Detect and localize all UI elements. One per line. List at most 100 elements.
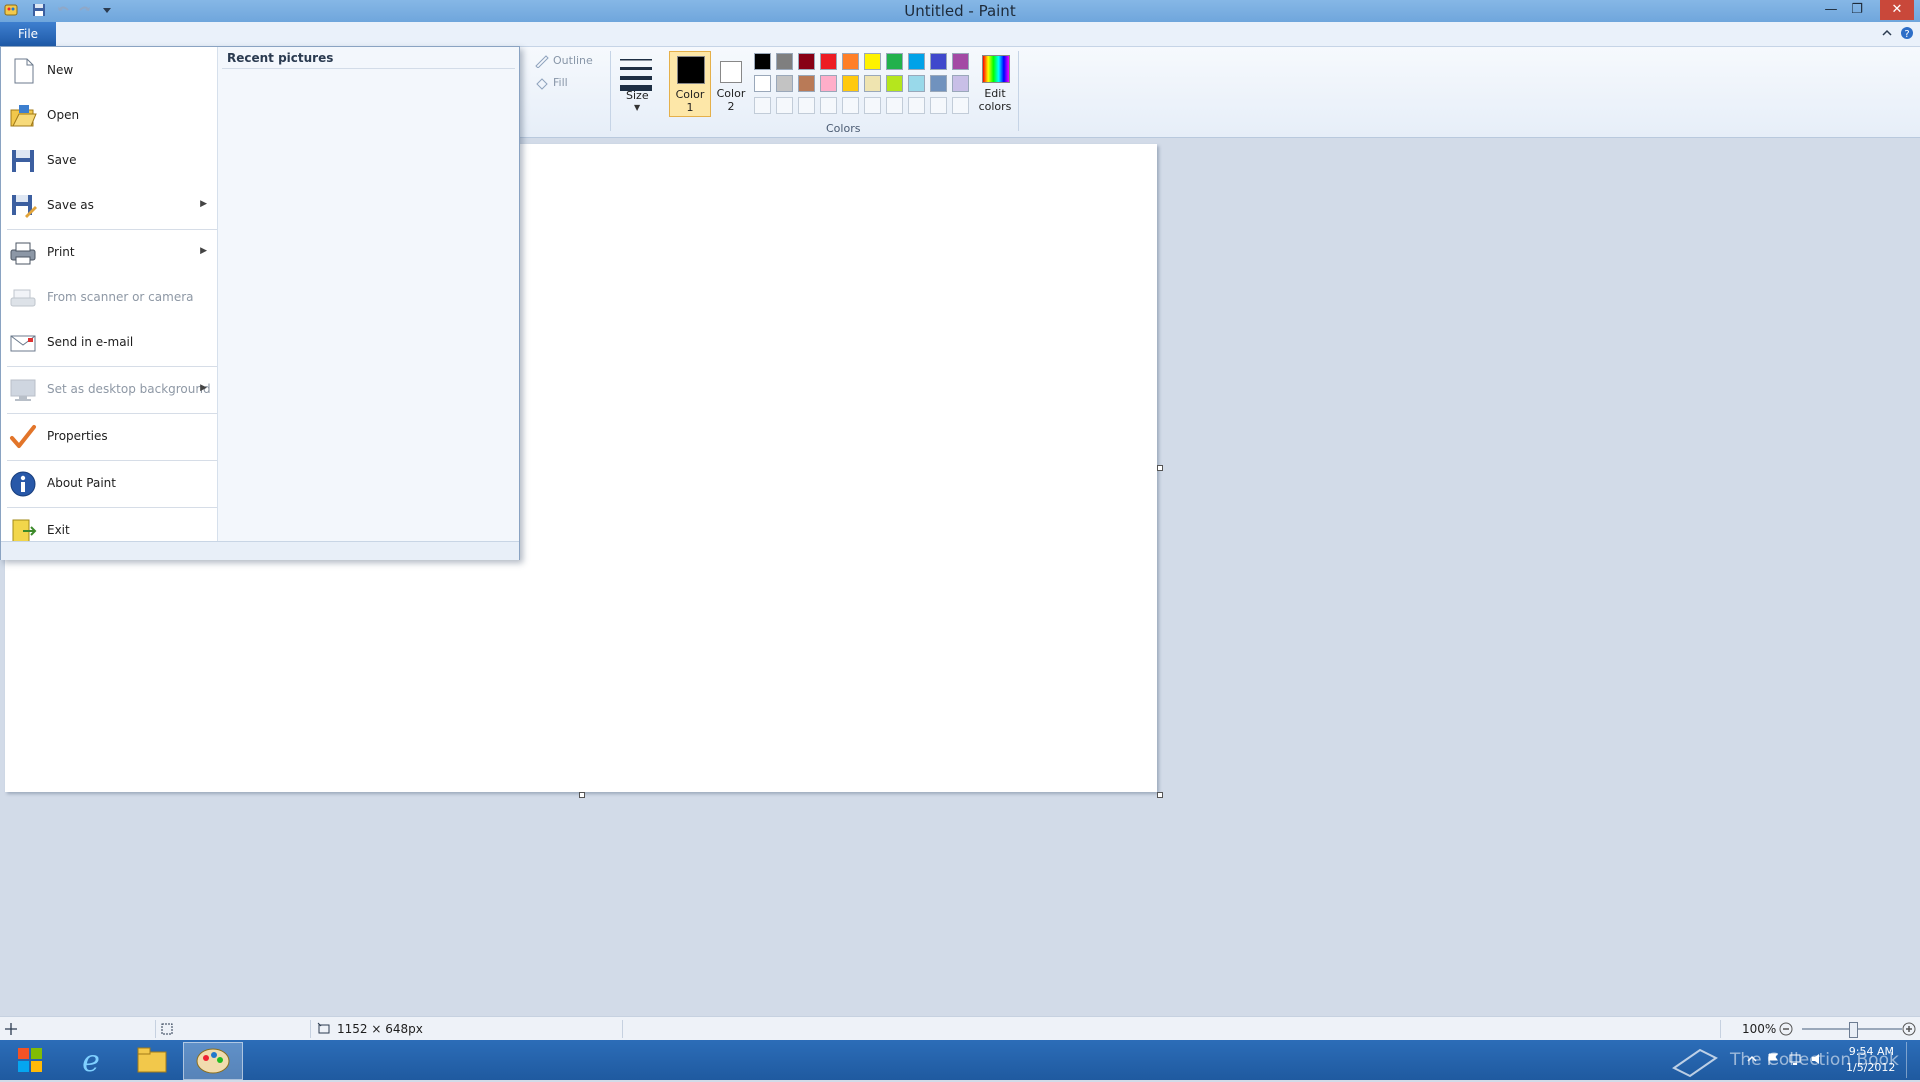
canvas-resize-handle-corner[interactable] <box>1157 792 1163 798</box>
edit-colors-label-2: colors <box>978 100 1012 113</box>
minimize-button[interactable]: — <box>1818 0 1844 20</box>
color-palette <box>754 53 974 119</box>
palette-swatch[interactable] <box>886 75 903 92</box>
scanner-icon <box>9 284 37 312</box>
palette-swatch[interactable] <box>754 75 771 92</box>
palette-swatch[interactable] <box>952 75 969 92</box>
file-menu-separator <box>7 507 217 508</box>
file-menu-item-about-paint[interactable]: About Paint <box>1 464 217 504</box>
palette-swatch[interactable] <box>820 53 837 70</box>
palette-swatch[interactable] <box>776 53 793 70</box>
palette-custom-slot[interactable] <box>864 97 881 114</box>
palette-swatch[interactable] <box>798 53 815 70</box>
status-bar: 1152 × 648px 100% <box>0 1016 1920 1041</box>
palette-custom-slot[interactable] <box>842 97 859 114</box>
palette-custom-slot[interactable] <box>754 97 771 114</box>
file-menu-item-label: Open <box>47 108 80 122</box>
submenu-arrow-icon: ▶ <box>200 383 207 393</box>
file-menu-item-save[interactable]: Save <box>1 141 217 181</box>
palette-swatch[interactable] <box>864 53 881 70</box>
window-title: Untitled - Paint <box>904 2 1016 20</box>
palette-custom-slot[interactable] <box>820 97 837 114</box>
ribbon-divider <box>1018 51 1019 131</box>
selection-size-icon <box>160 1022 174 1036</box>
volume-icon[interactable] <box>1810 1052 1824 1066</box>
recent-pictures-panel: Recent pictures <box>218 47 519 541</box>
palette-custom-slot[interactable] <box>798 97 815 114</box>
recent-pictures-divider <box>222 68 515 69</box>
color1-button[interactable]: Color 1 <box>669 51 711 117</box>
file-tab[interactable]: File <box>0 22 56 46</box>
file-menu-item-label: Properties <box>47 429 108 443</box>
ribbon-divider <box>610 51 611 131</box>
file-menu-item-properties[interactable]: Properties <box>1 417 217 457</box>
network-icon[interactable] <box>1788 1052 1802 1066</box>
edit-colors-label-1: Edit <box>984 87 1006 100</box>
palette-swatch[interactable] <box>842 53 859 70</box>
status-separator <box>1720 1020 1721 1038</box>
paint-taskbar-button[interactable] <box>183 1042 243 1080</box>
file-menu: New Open Save Save as ▶ Print ▶ From scanner or… <box>0 46 520 560</box>
palette-swatch[interactable] <box>798 75 815 92</box>
color2-label-2: 2 <box>727 100 735 113</box>
restore-button[interactable]: ❐ <box>1844 0 1870 20</box>
file-menu-item-save-as[interactable]: Save as ▶ <box>1 186 217 226</box>
palette-custom-slot[interactable] <box>908 97 925 114</box>
recent-pictures-title: Recent pictures <box>227 51 334 65</box>
canvas-resize-handle-right[interactable] <box>1157 465 1163 471</box>
colors-group-label: Colors <box>826 122 861 135</box>
color2-swatch <box>720 61 742 83</box>
file-menu-item-send-in-e-mail[interactable]: Send in e-mail <box>1 323 217 363</box>
palette-swatch[interactable] <box>776 75 793 92</box>
palette-swatch[interactable] <box>820 75 837 92</box>
palette-swatch[interactable] <box>952 53 969 70</box>
edit-colors-button[interactable]: Edit colors <box>976 51 1012 115</box>
file-menu-item-label: From scanner or camera <box>47 290 194 304</box>
palette-custom-slot[interactable] <box>930 97 947 114</box>
minimize-ribbon-icon[interactable] <box>1880 26 1894 40</box>
palette-custom-slot[interactable] <box>952 97 969 114</box>
palette-custom-slot[interactable] <box>776 97 793 114</box>
file-menu-item-new[interactable]: New <box>1 51 217 91</box>
file-menu-item-open[interactable]: Open <box>1 96 217 136</box>
taskbar: e The Collection Book 9:54 AM 1/5/2012 <box>0 1040 1920 1080</box>
show-desktop-button[interactable] <box>1906 1042 1907 1078</box>
palette-swatch[interactable] <box>886 53 903 70</box>
palette-custom-slot[interactable] <box>886 97 903 114</box>
palette-swatch[interactable] <box>842 75 859 92</box>
clock-date[interactable]: 1/5/2012 <box>1846 1061 1895 1074</box>
new-document-icon <box>9 57 37 85</box>
clock-time[interactable]: 9:54 AM <box>1846 1045 1894 1058</box>
file-menu-footer <box>1 541 519 560</box>
file-menu-item-print[interactable]: Print ▶ <box>1 233 217 273</box>
zoom-slider-thumb[interactable] <box>1849 1022 1858 1038</box>
file-menu-item-set-as-desktop-background: Set as desktop background ▶ <box>1 370 217 410</box>
size-dropdown-icon[interactable]: ▼ <box>634 103 640 112</box>
palette-swatch[interactable] <box>908 75 925 92</box>
internet-explorer-icon[interactable]: e <box>62 1042 120 1079</box>
start-button[interactable] <box>2 1042 60 1078</box>
file-menu-item-label: Set as desktop background <box>47 382 211 396</box>
palette-swatch[interactable] <box>864 75 881 92</box>
zoom-out-icon[interactable] <box>1779 1022 1793 1036</box>
file-menu-item-label: New <box>47 63 74 77</box>
canvas-size-text: 1152 × 648px <box>337 1022 423 1036</box>
email-icon <box>9 329 37 357</box>
palette-swatch[interactable] <box>908 53 925 70</box>
color2-label-1: Color <box>716 87 746 100</box>
outline-button[interactable]: Outline <box>553 54 593 67</box>
desktop-background-icon <box>9 376 37 404</box>
close-button[interactable]: ✕ <box>1880 0 1914 20</box>
flag-icon[interactable] <box>1766 1052 1780 1066</box>
open-folder-icon <box>9 102 37 130</box>
palette-swatch[interactable] <box>754 53 771 70</box>
palette-swatch[interactable] <box>930 53 947 70</box>
show-hidden-icons-icon[interactable] <box>1745 1052 1759 1066</box>
zoom-in-icon[interactable] <box>1902 1022 1916 1036</box>
fill-button[interactable]: Fill <box>553 76 568 89</box>
canvas-resize-handle-bottom[interactable] <box>579 792 585 798</box>
color2-button[interactable]: Color 2 <box>711 51 751 115</box>
file-explorer-icon[interactable] <box>122 1042 180 1078</box>
help-icon[interactable]: ? <box>1900 26 1914 40</box>
palette-swatch[interactable] <box>930 75 947 92</box>
